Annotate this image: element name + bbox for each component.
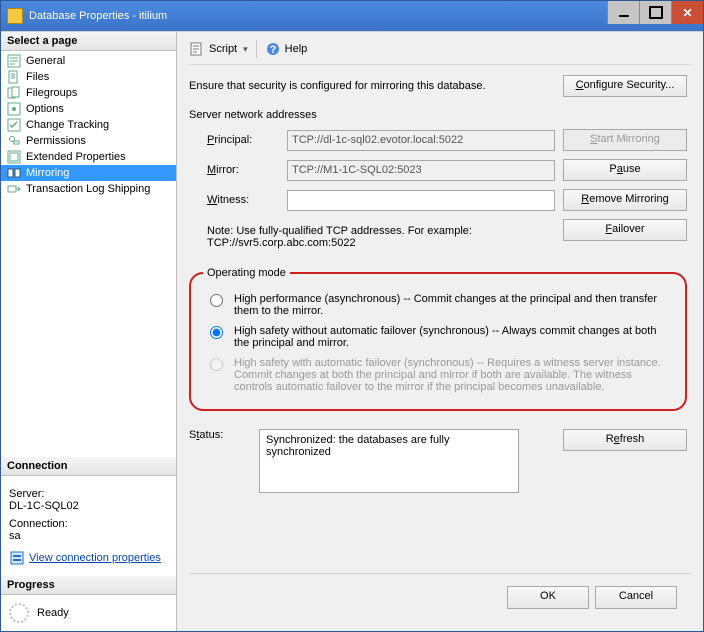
mirror-label: Mirror: xyxy=(207,164,287,176)
toolbar: Script ? Help xyxy=(189,40,691,65)
server-label: Server: xyxy=(9,488,168,500)
page-item-extended-properties[interactable]: Extended Properties xyxy=(1,149,176,165)
toolbar-separator xyxy=(256,40,257,58)
status-box: Synchronized: the databases are fully sy… xyxy=(259,429,519,493)
mirror-input[interactable] xyxy=(287,160,555,181)
connection-label: Connection: xyxy=(9,518,168,530)
dialog-window: Database Properties - itilium Select a p… xyxy=(0,0,704,632)
status-label: Status: xyxy=(189,429,259,441)
opmode-high-safety-auto-failover: High safety with automatic failover (syn… xyxy=(203,353,673,397)
opmode-high-safety-auto-failover-radio xyxy=(210,358,223,371)
witness-input[interactable] xyxy=(287,190,555,211)
window-title: Database Properties - itilium xyxy=(29,10,167,22)
page-item-filegroups[interactable]: Filegroups xyxy=(1,85,176,101)
principal-input[interactable] xyxy=(287,130,555,151)
note-text: Note: Use fully-qualified TCP addresses.… xyxy=(207,225,555,249)
network-addresses-header: Server network addresses xyxy=(189,109,687,121)
connection-value: sa xyxy=(9,530,168,542)
opmode-high-safety-no-failover-radio[interactable] xyxy=(210,326,223,339)
start-mirroring-button: Start Mirroring xyxy=(563,129,687,151)
minimize-button[interactable] xyxy=(607,1,639,24)
opmode-high-performance-radio[interactable] xyxy=(210,294,223,307)
opmode-high-safety-no-failover[interactable]: High safety without automatic failover (… xyxy=(203,321,673,353)
progress-spinner-icon xyxy=(9,603,29,623)
titlebar: Database Properties - itilium xyxy=(1,1,703,31)
ok-button[interactable]: OK xyxy=(507,586,589,609)
script-button[interactable]: Script xyxy=(189,41,248,57)
connection-header: Connection xyxy=(1,457,176,476)
svg-text:?: ? xyxy=(269,44,276,56)
page-item-options[interactable]: Options xyxy=(1,101,176,117)
page-list: General Files Filegroups Options Change … xyxy=(1,51,176,199)
database-icon xyxy=(7,8,23,24)
failover-button[interactable]: Failover xyxy=(563,219,687,241)
page-item-files[interactable]: Files xyxy=(1,69,176,85)
left-panel: Select a page General Files Filegroups O… xyxy=(1,32,177,631)
principal-label: Principal: xyxy=(207,134,287,146)
dialog-button-bar: OK Cancel xyxy=(189,573,691,621)
cancel-button[interactable]: Cancel xyxy=(595,586,677,609)
view-connection-properties-link[interactable]: View connection properties xyxy=(9,550,168,566)
script-icon xyxy=(189,41,205,57)
page-item-change-tracking[interactable]: Change Tracking xyxy=(1,117,176,133)
operating-mode-group: Operating mode High performance (asynchr… xyxy=(189,267,687,411)
remove-mirroring-button[interactable]: Remove Mirroring xyxy=(563,189,687,211)
witness-label: Witness: xyxy=(207,194,287,206)
server-value: DL-1C-SQL02 xyxy=(9,500,168,512)
progress-header: Progress xyxy=(1,576,176,595)
select-page-header: Select a page xyxy=(1,32,176,51)
page-item-mirroring[interactable]: Mirroring xyxy=(1,165,176,181)
opmode-high-performance[interactable]: High performance (asynchronous) -- Commi… xyxy=(203,289,673,321)
close-button[interactable] xyxy=(671,1,703,24)
right-panel: Script ? Help Ensure that security is co… xyxy=(177,32,703,631)
maximize-button[interactable] xyxy=(639,1,671,24)
page-item-general[interactable]: General xyxy=(1,53,176,69)
ensure-text: Ensure that security is configured for m… xyxy=(189,80,555,92)
help-button[interactable]: ? Help xyxy=(265,41,308,57)
properties-icon xyxy=(9,550,25,566)
configure-security-button[interactable]: Configure Security... xyxy=(563,75,687,97)
refresh-button[interactable]: Refresh xyxy=(563,429,687,451)
page-item-log-shipping[interactable]: Transaction Log Shipping xyxy=(1,181,176,197)
progress-status: Ready xyxy=(37,607,69,619)
operating-mode-legend: Operating mode xyxy=(203,267,290,279)
help-icon: ? xyxy=(265,41,281,57)
page-item-permissions[interactable]: Permissions xyxy=(1,133,176,149)
pause-button[interactable]: Pause xyxy=(563,159,687,181)
